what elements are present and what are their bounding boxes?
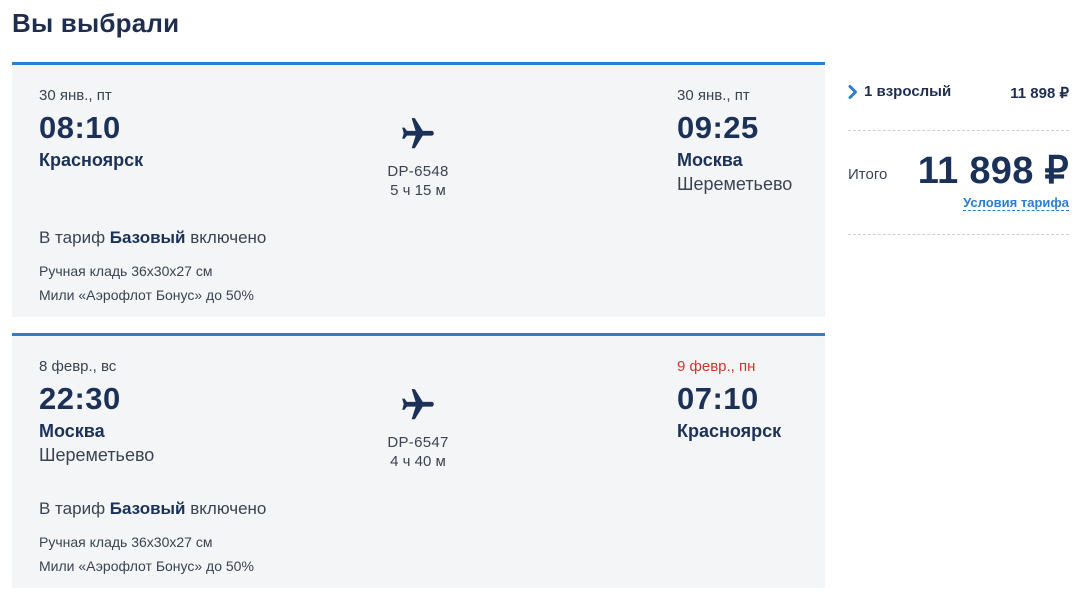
arrival-city: Красноярск [677,421,782,441]
tariff-suffix: включено [190,499,267,518]
passengers-toggle[interactable]: 1 взрослый 11 898 ₽ [848,80,1069,104]
total-price: 11 898 ₽ [917,150,1069,192]
arrival-city: Москва [677,150,743,170]
arrival-block: 30 янв., пт 09:25 Москва Шереметьево [677,87,792,195]
flight-card-return: 8 февр., вс 22:30 Москва Шереметьево DP-… [12,333,825,588]
departure-date: 8 февр., вс [39,358,117,375]
arrival-time: 09:25 [677,110,759,145]
arrival-block: 9 февр., пн 07:10 Красноярск [677,358,781,442]
flight-card-outbound: 30 янв., пт 08:10 Красноярск DP-6548 5 ч… [12,62,825,317]
passengers-label: 1 взрослый [864,83,952,100]
included-item: Ручная кладь 36х30х27 см [39,263,213,279]
flight-number: DP-6548 [387,163,449,180]
flight-duration: 5 ч 15 м [390,182,446,199]
arrival-time: 07:10 [677,381,759,416]
departure-block: 30 янв., пт 08:10 Красноярск [39,87,143,171]
flight-info: DP-6547 4 ч 40 м [368,386,468,470]
included-item: Ручная кладь 36х30х27 см [39,534,213,550]
tariff-suffix: включено [190,228,267,247]
departure-time: 22:30 [39,381,121,416]
tariff-name: Базовый [109,228,186,247]
arrival-date: 30 янв., пт [677,87,750,104]
page-title: Вы выбрали [12,8,180,38]
airplane-icon [368,115,468,153]
fare-conditions-link[interactable]: Условия тарифа [963,196,1069,211]
chevron-right-icon [848,85,858,104]
divider [848,234,1069,235]
passengers-price: 11 898 ₽ [1010,85,1069,102]
departure-city: Москва [39,421,105,441]
arrival-date: 9 февр., пн [677,358,756,375]
tariff-line: В тариф Базовый включено [39,499,266,519]
included-item: Мили «Аэрофлот Бонус» до 50% [39,287,254,303]
tariff-name: Базовый [109,499,186,518]
arrival-airport: Шереметьево [677,174,793,194]
departure-time: 08:10 [39,110,121,145]
departure-block: 8 февр., вс 22:30 Москва Шереметьево [39,358,154,466]
departure-city: Красноярск [39,150,144,170]
flight-info: DP-6548 5 ч 15 м [368,115,468,199]
departure-date: 30 янв., пт [39,87,112,104]
airplane-icon [368,386,468,424]
tariff-prefix: В тариф [39,499,106,518]
tariff-prefix: В тариф [39,228,106,247]
divider [848,130,1069,131]
tariff-line: В тариф Базовый включено [39,228,266,248]
flight-number: DP-6547 [387,434,449,451]
total-label: Итого [848,166,888,183]
flight-duration: 4 ч 40 м [390,453,446,470]
included-item: Мили «Аэрофлот Бонус» до 50% [39,558,254,574]
departure-airport: Шереметьево [39,445,155,465]
